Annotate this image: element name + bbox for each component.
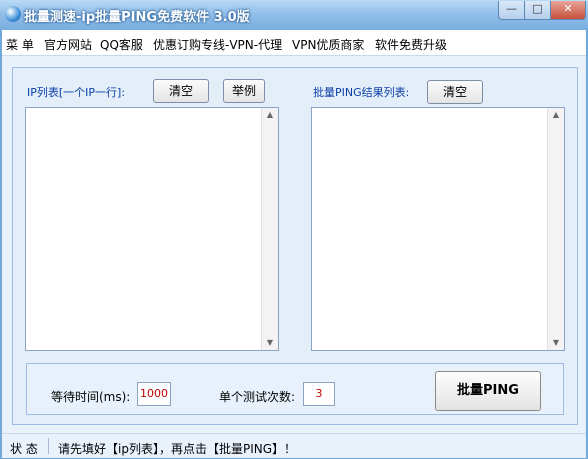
batch-ping-button[interactable]: 批量PING: [435, 371, 541, 411]
wait-time-input[interactable]: 1000: [137, 382, 171, 406]
menu-item-qq-support[interactable]: QQ客服: [100, 36, 143, 53]
settings-box: 等待时间(ms): 1000 单个测试次数: 3 批量PING: [26, 363, 564, 415]
ip-list-label: IP列表[一个IP一行]:: [27, 86, 126, 99]
app-icon: [5, 6, 21, 22]
ip-list-scrollbar[interactable]: ▲ ▼: [261, 108, 278, 350]
close-button[interactable]: ✕: [550, 1, 586, 20]
example-button[interactable]: 举例: [223, 79, 265, 103]
status-bar: 状 态 请先填好【ip列表】，再点击【批量PING】！: [2, 433, 586, 458]
menu-item-official-site[interactable]: 官方网站: [44, 36, 92, 53]
test-count-label: 单个测试次数:: [219, 390, 296, 404]
maximize-button[interactable]: □: [524, 1, 551, 20]
menu-bar: 菜 单 官方网站 QQ客服 优惠订购专线-VPN-代理 VPN优质商家 软件免费…: [2, 30, 586, 56]
app-window: 批量测速-ip批量PING免费软件 3.0版 — □ ✕ 菜 单 官方网站 QQ…: [0, 0, 588, 459]
title-bar[interactable]: 批量测速-ip批量PING免费软件 3.0版 — □ ✕: [0, 0, 588, 30]
status-label: 状 态: [10, 442, 38, 456]
wait-time-label: 等待时间(ms):: [51, 390, 131, 404]
minimize-icon: —: [506, 2, 517, 15]
menu-item-vpn-vendors[interactable]: VPN优质商家: [292, 36, 364, 53]
menu-item-vpn-order[interactable]: 优惠订购专线-VPN-代理: [153, 36, 282, 53]
result-list-textarea[interactable]: ▲ ▼: [311, 107, 565, 351]
client-area: 菜 单 官方网站 QQ客服 优惠订购专线-VPN-代理 VPN优质商家 软件免费…: [2, 30, 586, 458]
scroll-down-icon[interactable]: ▼: [548, 336, 564, 350]
scroll-up-icon[interactable]: ▲: [548, 108, 564, 122]
status-separator: [48, 438, 49, 454]
ip-clear-button[interactable]: 清空: [153, 79, 209, 103]
maximize-icon: □: [532, 2, 543, 15]
minimize-button[interactable]: —: [498, 1, 525, 20]
result-clear-button[interactable]: 清空: [427, 80, 483, 104]
menu-item-menu[interactable]: 菜 单: [6, 36, 34, 53]
ip-list-textarea[interactable]: ▲ ▼: [25, 107, 279, 351]
test-count-input[interactable]: 3: [303, 382, 335, 406]
menu-item-upgrade[interactable]: 软件免费升级: [375, 36, 447, 53]
scroll-up-icon[interactable]: ▲: [262, 108, 278, 122]
result-list-label: 批量PING结果列表:: [313, 86, 410, 99]
close-icon: ✕: [563, 2, 573, 15]
status-text: 请先填好【ip列表】，再点击【批量PING】！: [58, 442, 297, 456]
scroll-down-icon[interactable]: ▼: [262, 336, 278, 350]
result-list-scrollbar[interactable]: ▲ ▼: [547, 108, 564, 350]
window-title: 批量测速-ip批量PING免费软件 3.0版: [24, 10, 250, 25]
